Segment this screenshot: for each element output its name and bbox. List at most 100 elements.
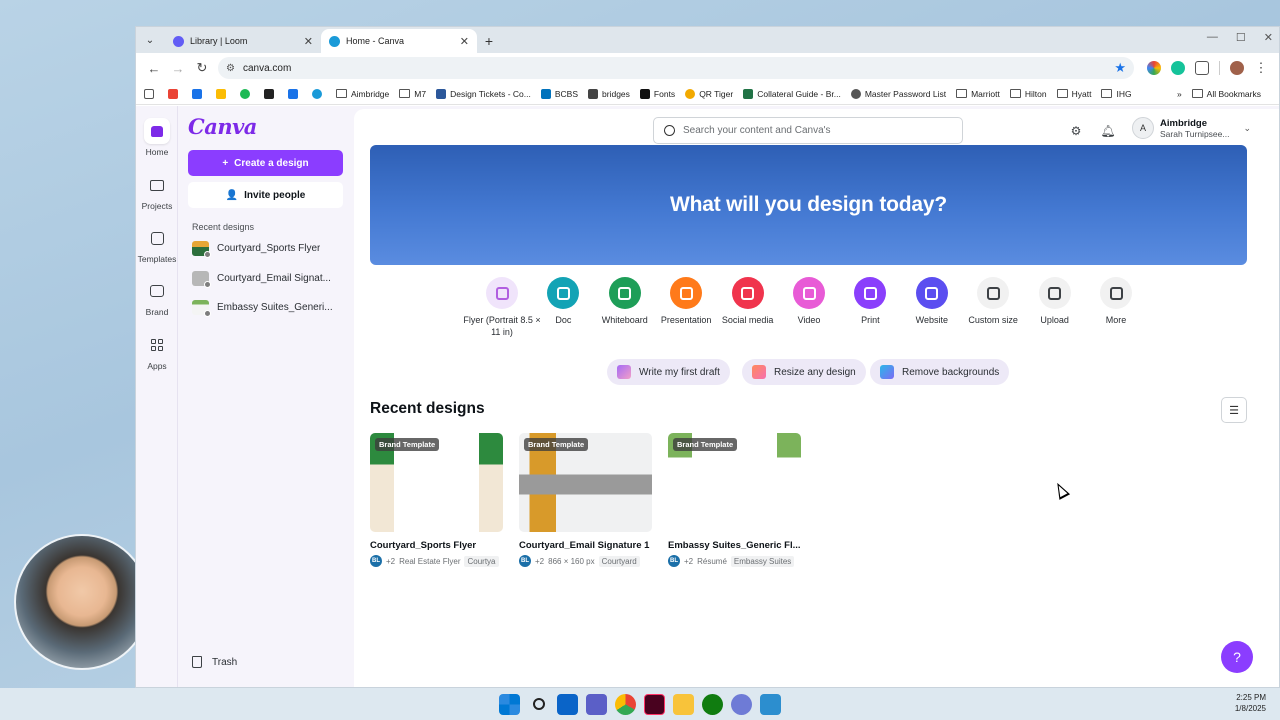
owner-avatar: BL <box>370 555 382 567</box>
bookmark-folder-hyatt[interactable]: Hyatt <box>1056 89 1091 99</box>
brand-template-badge: Brand Template <box>673 438 738 451</box>
reload-button[interactable]: ↻ <box>190 56 214 80</box>
close-icon[interactable]: ✕ <box>304 35 313 48</box>
address-bar: ← → ↻ ⚙ canva.com ★ ⋮ <box>136 53 1279 83</box>
account-menu[interactable]: A Aimbridge Sarah Turnipsee... ⌄ <box>1132 117 1251 139</box>
tab-search-button[interactable]: ⌄ <box>139 30 161 50</box>
bookmark-bridges[interactable]: bridges <box>588 88 630 99</box>
apps-grid-icon[interactable] <box>144 88 158 99</box>
bookmark-folder-m7[interactable]: M7 <box>399 89 426 99</box>
bookmark-bcbs[interactable]: BCBS <box>540 88 578 99</box>
profile-avatar[interactable] <box>1230 61 1244 75</box>
canva-favicon-icon <box>329 35 340 47</box>
shortcut-label: Custom size <box>968 315 1018 325</box>
minimize-icon[interactable]: — <box>1207 31 1218 44</box>
file-explorer-icon[interactable] <box>673 693 694 715</box>
windows-start-icon[interactable] <box>499 693 520 715</box>
grammarly-extension-icon[interactable] <box>1171 61 1185 75</box>
sidebar-recent-item[interactable]: Embassy Suites_Generi... <box>192 297 352 317</box>
sidebar-recent-item[interactable]: Courtyard_Sports Flyer <box>192 238 352 258</box>
drive-bookmark-icon[interactable] <box>216 88 230 99</box>
forward-button[interactable]: → <box>166 56 190 80</box>
help-button[interactable]: ? <box>1221 641 1253 673</box>
folder-icon <box>956 89 968 98</box>
indesign-icon[interactable] <box>644 693 665 715</box>
kebab-menu-icon[interactable]: ⋮ <box>1249 56 1273 80</box>
close-icon[interactable]: ✕ <box>460 35 469 48</box>
teams-icon[interactable] <box>586 693 607 715</box>
design-thumbnail[interactable]: Brand Template <box>370 433 503 532</box>
search-input[interactable]: Search your content and Canva's <box>653 117 963 144</box>
chevron-double-right-icon[interactable]: » <box>1177 89 1182 99</box>
list-view-button[interactable]: ☰ <box>1221 397 1247 423</box>
design-card[interactable]: Brand Template Embassy Suites_Generic Fl.… <box>668 433 801 567</box>
browser-tab-active[interactable]: Home - Canva ✕ <box>321 29 477 53</box>
new-tab-button[interactable]: + <box>477 29 501 53</box>
url-field[interactable]: ⚙ canva.com ★ <box>218 57 1134 79</box>
all-bookmarks-button[interactable]: All Bookmarks <box>1191 89 1261 99</box>
canva-logo[interactable]: Canva <box>188 114 257 139</box>
xbox-icon[interactable] <box>702 693 723 715</box>
pinterest-bookmark-icon[interactable] <box>264 88 278 99</box>
bookmark-folder-hilton[interactable]: Hilton <box>1009 89 1047 99</box>
chrome-icon[interactable] <box>615 693 636 715</box>
shortcut-label: Print <box>861 315 880 325</box>
extension-icon[interactable] <box>1147 61 1161 75</box>
brand-template-badge: Brand Template <box>375 438 440 451</box>
browser-tab[interactable]: Library | Loom ✕ <box>165 29 321 53</box>
bookmark-master-password[interactable]: Master Password List <box>850 88 946 99</box>
invite-people-button[interactable]: 👤 Invite people <box>188 182 343 208</box>
design-card[interactable]: Brand Template Courtyard_Email Signature … <box>519 433 652 567</box>
maximize-icon[interactable]: ☐ <box>1236 31 1246 44</box>
write-draft-button[interactable]: Write my first draft <box>607 359 730 385</box>
gear-icon[interactable]: ⚙ <box>1068 123 1084 139</box>
bookmark-collateral-guide[interactable]: Collateral Guide - Br... <box>743 88 841 99</box>
bookmark-folder-ihg[interactable]: IHG <box>1101 89 1132 99</box>
design-thumbnail[interactable]: Brand Template <box>668 433 801 532</box>
recent-designs-label: Recent designs <box>192 222 255 232</box>
arrow-right-icon: → <box>171 60 185 76</box>
resize-design-button[interactable]: Resize any design <box>742 359 866 385</box>
rail-item-home[interactable]: Home <box>136 118 178 157</box>
rail-item-projects[interactable]: Projects <box>136 172 178 211</box>
notepad-icon[interactable] <box>760 693 781 715</box>
webcam-overlay <box>14 534 150 670</box>
site-settings-icon[interactable]: ⚙ <box>226 63 235 74</box>
trash-button[interactable]: Trash <box>192 656 237 668</box>
puzzle-icon[interactable] <box>1195 61 1209 75</box>
canva-bookmark-icon[interactable] <box>312 88 326 99</box>
bookmark-folder-aimbridge[interactable]: Aimbridge <box>336 89 389 99</box>
bookmark-qr-tiger[interactable]: QR Tiger <box>685 88 733 99</box>
design-type: 866 × 160 px <box>548 556 595 566</box>
sheets-bookmark-icon[interactable] <box>192 88 206 99</box>
shortcut-label: Upload <box>1040 315 1069 325</box>
divider <box>1219 61 1220 75</box>
tab-title: Home - Canva <box>346 36 405 46</box>
shortcut-label: Social media <box>721 315 774 325</box>
rail-item-brand[interactable]: Brand <box>136 278 178 317</box>
back-button[interactable]: ← <box>142 56 166 80</box>
tasks-bookmark-icon[interactable] <box>288 88 302 99</box>
close-window-icon[interactable]: ✕ <box>1264 31 1273 44</box>
remove-backgrounds-button[interactable]: Remove backgrounds <box>870 359 1010 385</box>
bookmark-star-icon[interactable]: ★ <box>1114 60 1126 76</box>
bookmark-fonts[interactable]: Fonts <box>639 88 675 99</box>
outlook-icon[interactable] <box>557 693 578 715</box>
spotify-bookmark-icon[interactable] <box>240 88 254 99</box>
design-thumbnail[interactable]: Brand Template <box>519 433 652 532</box>
rail-item-apps[interactable]: Apps <box>136 332 178 371</box>
design-card[interactable]: Brand Template Courtyard_Sports Flyer BL +2… <box>370 433 503 567</box>
design-meta: BL +2 866 × 160 px Courtyard <box>519 555 652 567</box>
bookmark-design-tickets[interactable]: Design Tickets - Co... <box>436 88 531 99</box>
create-design-button[interactable]: + Create a design <box>188 150 343 176</box>
bell-icon[interactable]: 🔔︎ <box>1100 123 1116 139</box>
rail-item-templates[interactable]: Templates <box>136 225 178 264</box>
gmail-bookmark-icon[interactable] <box>168 88 182 99</box>
brand-template-badge: Brand Template <box>524 438 589 451</box>
shortcut-more[interactable]: More <box>1076 277 1156 326</box>
search-icon[interactable] <box>528 694 549 715</box>
sidebar-recent-item[interactable]: Courtyard_Email Signat... <box>192 268 352 288</box>
settings-icon[interactable] <box>731 693 752 715</box>
more-icon <box>1100 277 1132 309</box>
bookmark-folder-marriott[interactable]: Marriott <box>956 89 1000 99</box>
